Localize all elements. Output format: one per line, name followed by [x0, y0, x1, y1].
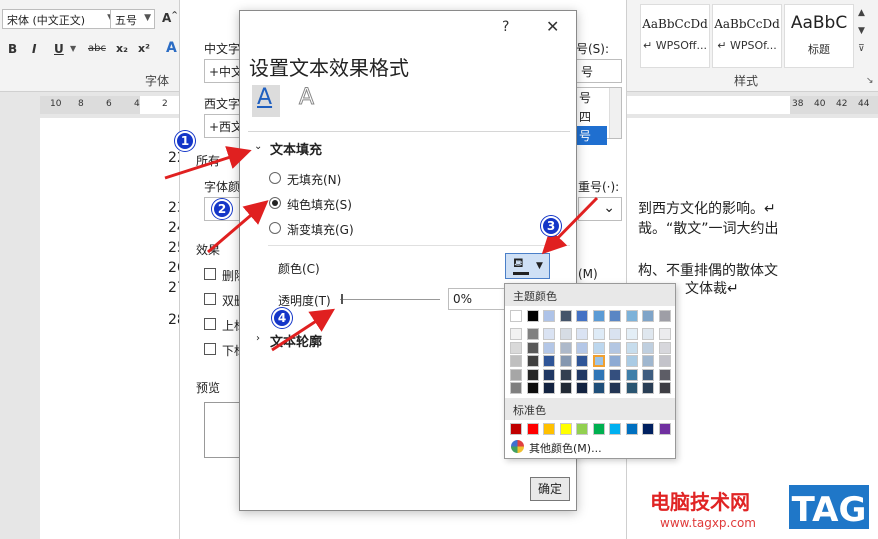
- annotation-arrows: [164, 146, 599, 352]
- step-marker: 1: [175, 131, 195, 151]
- watermark-tag-logo: TAG: [786, 482, 872, 532]
- step-marker: 2: [212, 199, 232, 219]
- step-marker: 4: [272, 308, 292, 328]
- step-marker: 3: [541, 216, 561, 236]
- arrow-1: [164, 146, 252, 180]
- watermark-site: 电脑技术网: [650, 490, 750, 514]
- watermark-url: www.tagxp.com: [660, 516, 756, 530]
